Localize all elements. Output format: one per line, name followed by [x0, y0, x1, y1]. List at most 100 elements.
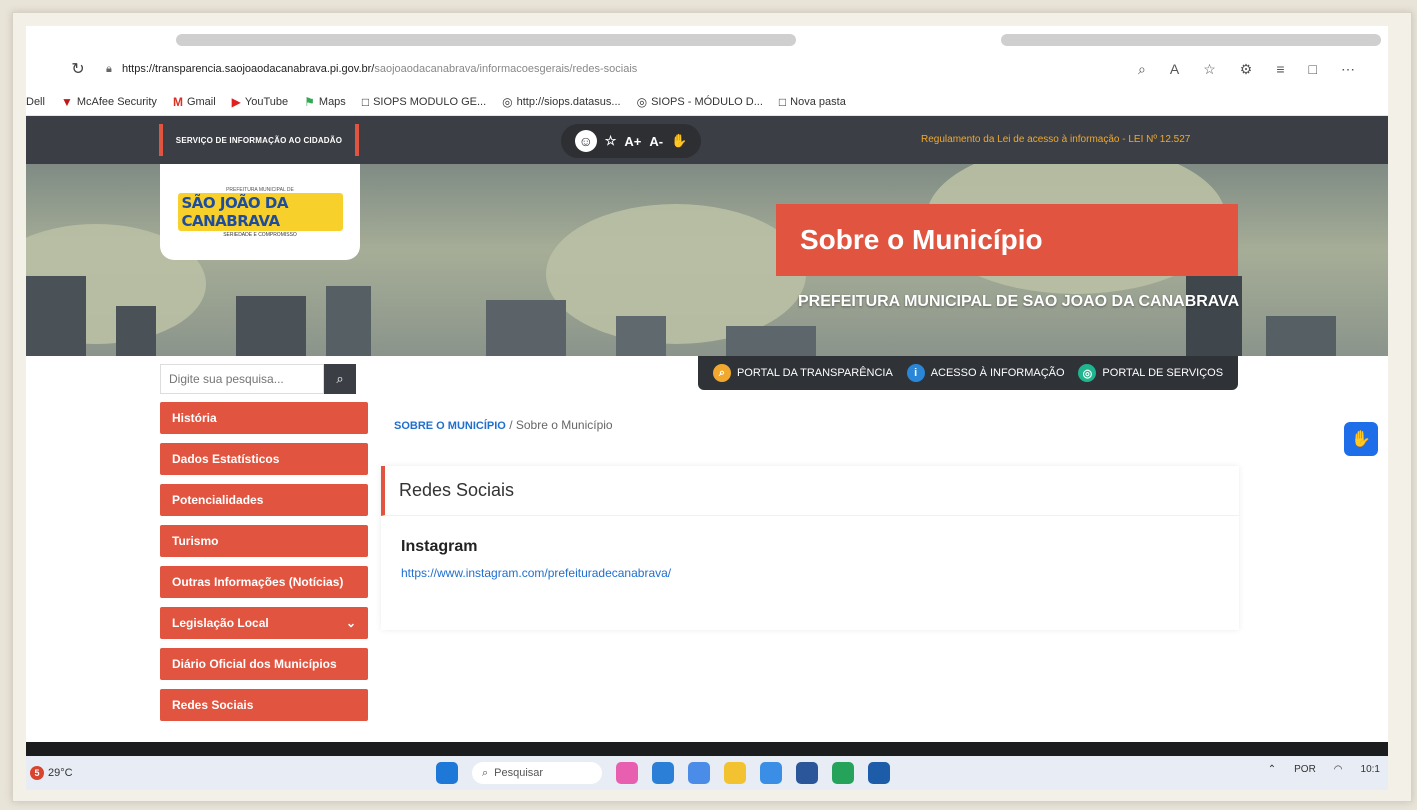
address-bar[interactable]: 🔒︎ https://transparencia.saojoaodacanabr… [98, 56, 1128, 82]
weather-badge: 5 [30, 766, 44, 780]
bookmark-siops-datasus[interactable]: ◎ http://siops.datasus... [502, 95, 620, 109]
bookmark-gmail[interactable]: M Gmail [173, 95, 216, 109]
browser-window: ↻ 🔒︎ https://transparencia.saojoaodacana… [26, 26, 1388, 786]
search-icon: ⌕ [336, 371, 344, 386]
acesso-informacao-link[interactable]: i ACESSO À INFORMAÇÃO [906, 364, 1065, 382]
mcafee-icon: ▼ [60, 94, 73, 109]
site-search: ⌕ [160, 364, 356, 394]
more-icon[interactable]: ⋯ [1341, 61, 1355, 78]
breadcrumb-current: Sobre o Município [515, 418, 613, 432]
lei-link[interactable]: Regulamento da Lei de acesso à informaçã… [921, 134, 1190, 145]
edge-icon[interactable] [652, 762, 674, 784]
accessibility-bar: ☺ ☆ A+ A- ✋ [561, 124, 701, 158]
system-tray: ⌃ POR ◠ 10:1 [1268, 764, 1380, 775]
hero-banner: PREFEITURA MUNICIPAL DE SÃO JOÃO DA CANA… [26, 164, 1388, 356]
building-shape [26, 276, 86, 356]
word-icon[interactable] [796, 762, 818, 784]
accessibility-icon[interactable]: ☺ [574, 130, 597, 152]
logo-subtitle: SERIEDADE E COMPROMISSO [223, 231, 297, 238]
url-host: https://transparencia.saojoaodacanabrava… [122, 63, 375, 75]
browser-tab[interactable] [176, 34, 796, 46]
instagram-heading: Instagram [401, 538, 478, 555]
panel-title: Redes Sociais [381, 466, 1239, 516]
menu-item-redes-sociais[interactable]: Redes Sociais [160, 689, 368, 721]
language-indicator[interactable]: POR [1294, 764, 1316, 775]
chevron-up-icon[interactable]: ⌃ [1268, 764, 1276, 775]
building-shape [1186, 276, 1242, 356]
municipality-logo[interactable]: PREFEITURA MUNICIPAL DE SÃO JOÃO DA CANA… [160, 164, 360, 260]
sidebar-menu: História Dados Estatísticos Potencialida… [160, 402, 368, 730]
tab-strip [26, 26, 1388, 50]
menu-item-dados-estatisticos[interactable]: Dados Estatísticos [160, 443, 368, 475]
search-button[interactable]: ⌕ [324, 364, 356, 394]
menu-item-diario-oficial[interactable]: Diário Oficial dos Municípios [160, 648, 368, 680]
widgets-icon[interactable] [616, 762, 638, 784]
globe-icon: ◎ [636, 94, 648, 109]
weather-widget[interactable]: 5 29°C [30, 766, 73, 780]
favorites-list-icon[interactable]: ≡ [1276, 61, 1284, 78]
sign-language-icon: ✋ [1351, 431, 1371, 448]
search-icon: ⌕ [712, 364, 731, 382]
menu-item-historia[interactable]: História [160, 402, 368, 434]
content-panel: Redes Sociais Instagram https://www.inst… [381, 466, 1239, 630]
menu-item-legislacao-local[interactable]: Legislação Local ⌄ [160, 607, 368, 639]
refresh-icon[interactable]: ↻ [66, 57, 90, 81]
clock[interactable]: 10:1 [1361, 764, 1380, 775]
logo-mark: PREFEITURA MUNICIPAL DE SÃO JOÃO DA CANA… [177, 171, 343, 253]
taskbar-search[interactable]: ⌕ Pesquisar [472, 762, 602, 784]
info-icon: i [906, 364, 925, 382]
globe-icon: ◎ [1078, 364, 1097, 382]
bookmark-dell[interactable]: Dell [26, 96, 45, 108]
breadcrumb-section-link[interactable]: SOBRE O MUNICÍPIO [394, 420, 506, 432]
menu-item-potencialidades[interactable]: Potencialidades [160, 484, 368, 516]
portal-transparencia-link[interactable]: ⌕ PORTAL DA TRANSPARÊNCIA [712, 364, 893, 382]
zoom-icon[interactable]: ⌕ [1138, 61, 1146, 78]
address-row: ↻ 🔒︎ https://transparencia.saojoaodacana… [26, 50, 1388, 88]
bookmark-siops-2[interactable]: ◎ SIOPS - MÓDULO D... [637, 95, 763, 109]
gmail-icon: M [172, 94, 183, 109]
breadcrumb-separator: / [509, 418, 513, 432]
bookmark-nova-pasta[interactable]: □ Nova pasta [779, 95, 846, 109]
building-shape [726, 326, 816, 356]
copilot-icon[interactable] [688, 762, 710, 784]
bookmark-mcafee[interactable]: ▼ McAfee Security [61, 95, 157, 109]
edge-icon[interactable]: □ [1308, 61, 1316, 78]
start-icon[interactable] [436, 762, 458, 784]
extensions-icon[interactable]: ⚙ [1240, 61, 1253, 78]
toolbar-icons: ⌕ A ☆ ⚙ ≡ □ ⋯ [1138, 61, 1355, 78]
url-path: saojoaodacanabrava/informacoesgerais/red… [374, 63, 638, 75]
portal-servicos-link[interactable]: ◎ PORTAL DE SERVIÇOS [1078, 364, 1223, 382]
font-increase-button[interactable]: A+ [624, 134, 641, 149]
bookmark-siops-1[interactable]: □ SIOPS MODULO GE... [362, 95, 486, 109]
instagram-link[interactable]: https://www.instagram.com/prefeituradeca… [401, 566, 671, 580]
folder-icon: □ [361, 94, 370, 109]
vlibras-button[interactable]: ✋ [1344, 422, 1378, 456]
menu-item-outras-informacoes[interactable]: Outras Informações (Notícias) [160, 566, 368, 598]
globe-icon: ◎ [502, 94, 513, 109]
app-icon[interactable] [868, 762, 890, 784]
logo-title: SÃO JOÃO DA CANABRAVA [177, 192, 343, 231]
bookmark-youtube[interactable]: ▶ YouTube [232, 95, 288, 109]
browser-tab[interactable] [1001, 34, 1381, 46]
sign-language-icon[interactable]: ✋ [671, 133, 687, 149]
sic-button[interactable]: SERVIÇO DE INFORMAÇÃO AO CIDADÃO [159, 124, 359, 156]
file-explorer-icon[interactable] [724, 762, 746, 784]
breadcrumb: SOBRE O MUNICÍPIO / Sobre o Município [394, 418, 613, 432]
read-aloud-icon[interactable]: A [1170, 61, 1179, 78]
font-decrease-button[interactable]: A- [649, 134, 663, 149]
building-shape [116, 306, 156, 356]
favorite-star-icon[interactable]: ☆ [1203, 61, 1216, 78]
chrome-icon[interactable] [760, 762, 782, 784]
search-input[interactable] [160, 364, 324, 394]
bookmark-maps[interactable]: ⚑ Maps [304, 95, 346, 109]
contrast-star-icon[interactable]: ☆ [605, 133, 617, 149]
whatsapp-icon[interactable] [832, 762, 854, 784]
taskbar-apps: ⌕ Pesquisar [436, 762, 890, 784]
site-footer [26, 742, 1388, 756]
building-shape [486, 300, 566, 356]
page-subtitle: PREFEITURA MUNICIPAL DE SAO JOAO DA CANA… [798, 293, 1240, 310]
folder-icon: □ [778, 94, 787, 109]
wifi-icon[interactable]: ◠ [1334, 764, 1343, 775]
website: SERVIÇO DE INFORMAÇÃO AO CIDADÃO ☺ ☆ A+ … [26, 116, 1388, 746]
menu-item-turismo[interactable]: Turismo [160, 525, 368, 557]
